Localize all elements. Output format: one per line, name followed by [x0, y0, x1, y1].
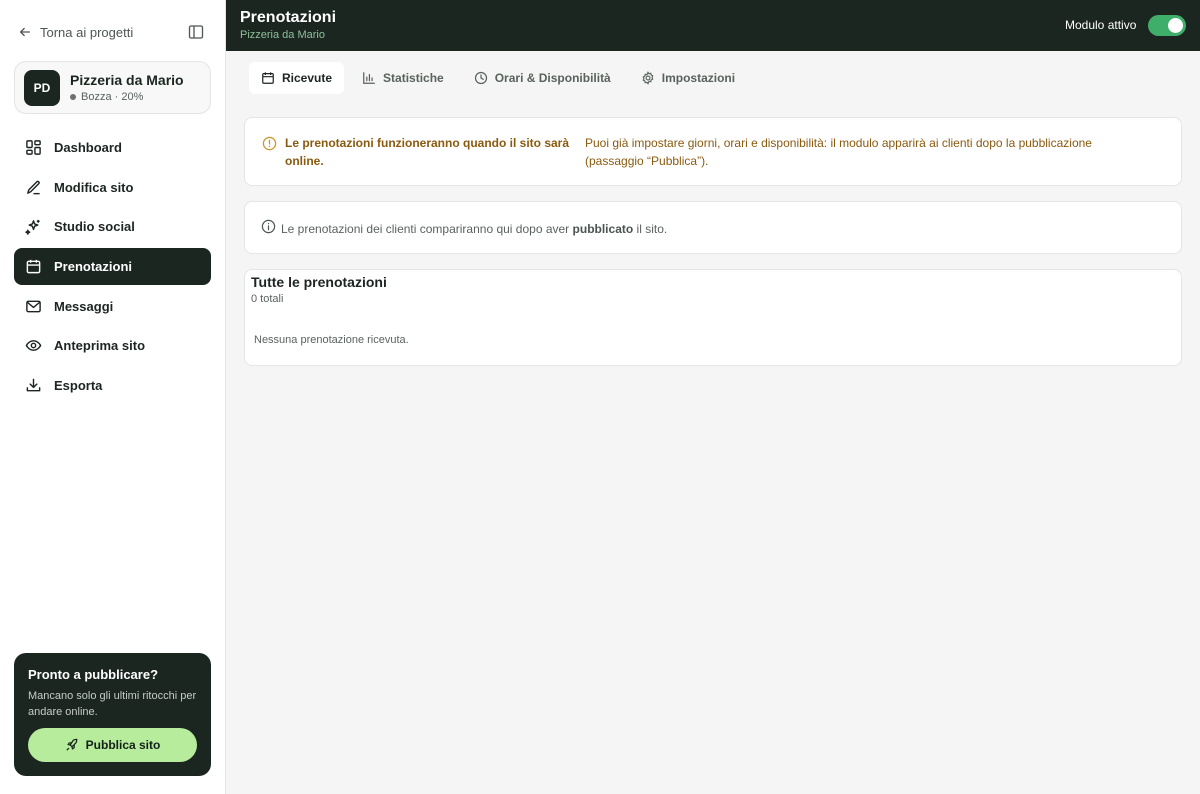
- sidebar-item-label: Esporta: [54, 378, 103, 394]
- tab-label: Ricevute: [282, 71, 333, 85]
- sidebar-item-label: Messaggi: [54, 298, 114, 314]
- clock-icon: [474, 71, 487, 85]
- dashboard-icon: [26, 140, 41, 155]
- publish-button-label: Pubblica sito: [85, 738, 161, 752]
- calendar-icon: [26, 259, 41, 274]
- gear-icon: [642, 71, 654, 85]
- tab-label: Statistiche: [383, 71, 444, 85]
- sidebar-item-label: Dashboard: [54, 140, 122, 155]
- tab-ricevute[interactable]: Ricevute: [249, 62, 345, 94]
- info-text-before: Le prenotazioni dei clienti compariranno…: [281, 222, 570, 236]
- publish-card: Pronto a pubblicare? Mancano solo gli ul…: [14, 653, 211, 776]
- sidebar-nav: Dashboard Modifica sito Studio social Pr…: [14, 129, 211, 407]
- tab-orari-disponibilita[interactable]: Orari & Disponibilità: [462, 62, 623, 94]
- sidebar-item-anteprima-sito[interactable]: Anteprima sito: [14, 327, 211, 364]
- bookings-count: 0 totali: [251, 293, 284, 305]
- project-name: Pizzeria da Mario: [70, 72, 184, 88]
- eye-icon: [25, 340, 42, 352]
- project-info: Pizzeria da Mario Bozza · 20%: [70, 72, 184, 103]
- alert-circle-icon: [262, 136, 277, 151]
- mail-icon: [26, 300, 41, 313]
- arrow-left-icon: [19, 27, 31, 37]
- info-banner: Le prenotazioni dei clienti compariranno…: [244, 201, 1182, 254]
- sidebar-item-label: Studio social: [54, 219, 135, 235]
- status-dot-icon: [70, 94, 76, 100]
- page-title: Prenotazioni: [240, 9, 337, 26]
- bar-chart-icon: [363, 72, 375, 84]
- info-text: Le prenotazioni dei clienti compariranno…: [281, 222, 667, 236]
- sidebar-item-label: Anteprima sito: [54, 338, 146, 354]
- toggle-knob: [1168, 18, 1183, 33]
- tab-label: Orari & Disponibilità: [494, 71, 611, 85]
- sidebar-item-studio-social[interactable]: Studio social: [14, 208, 211, 245]
- project-status: Bozza · 20%: [70, 91, 184, 103]
- warning-title: Le prenotazioni funzioneranno quando il …: [285, 136, 570, 168]
- sidebar-item-esporta[interactable]: Esporta: [14, 367, 211, 404]
- tab-statistiche[interactable]: Statistiche: [350, 62, 456, 94]
- sidebar-item-modifica-sito[interactable]: Modifica sito: [14, 169, 211, 206]
- sparkles-icon: [25, 220, 40, 236]
- rocket-icon: [65, 738, 78, 751]
- download-icon: [26, 378, 41, 392]
- info-text-after: il sito.: [636, 222, 668, 236]
- module-active-label: Modulo attivo: [1065, 18, 1137, 32]
- bookings-title: Tutte le prenotazioni: [251, 274, 387, 290]
- warning-banner: Le prenotazioni funzioneranno quando il …: [244, 117, 1182, 186]
- bookings-list-card: Tutte le prenotazioni 0 totali Nessuna p…: [244, 269, 1182, 366]
- sidebar-item-label: Modifica sito: [54, 179, 134, 195]
- tab-impostazioni[interactable]: Impostazioni: [629, 62, 747, 94]
- warning-text: Puoi già impostare giorni, orari e dispo…: [585, 136, 1092, 168]
- sidebar: Torna ai progetti PD Pizzeria da Mario B…: [0, 0, 226, 794]
- calendar-icon: [262, 72, 274, 84]
- project-status-text: Bozza · 20%: [81, 91, 144, 103]
- sidebar-item-label: Prenotazioni: [54, 259, 133, 275]
- bookings-empty-message: Nessuna prenotazione ricevuta.: [254, 334, 409, 346]
- publish-site-button[interactable]: Pubblica sito: [28, 728, 197, 762]
- module-active-toggle[interactable]: [1148, 15, 1186, 36]
- info-text-bold: pubblicato: [572, 222, 634, 236]
- publish-text: Mancano solo gli ultimi ritocchi per and…: [28, 690, 197, 718]
- tab-bar: Ricevute Statistiche Orari & Disponibili…: [249, 62, 753, 94]
- page-header: Prenotazioni Pizzeria da Mario Modulo at…: [226, 0, 1200, 51]
- project-avatar: PD: [24, 69, 60, 106]
- sidebar-item-prenotazioni[interactable]: Prenotazioni: [14, 248, 211, 286]
- tab-label: Impostazioni: [661, 71, 736, 85]
- publish-title: Pronto a pubblicare?: [28, 667, 159, 682]
- project-card[interactable]: PD Pizzeria da Mario Bozza · 20%: [14, 61, 211, 114]
- sidebar-item-messaggi[interactable]: Messaggi: [14, 288, 211, 325]
- pencil-icon: [27, 180, 40, 195]
- back-to-projects-link[interactable]: Torna ai progetti: [18, 22, 133, 42]
- sidebar-item-dashboard[interactable]: Dashboard: [14, 129, 211, 166]
- back-link-label: Torna ai progetti: [40, 24, 134, 40]
- page-subtitle: Pizzeria da Mario: [240, 29, 325, 41]
- sidebar-toggle-icon[interactable]: [188, 24, 204, 40]
- info-icon: [261, 219, 276, 234]
